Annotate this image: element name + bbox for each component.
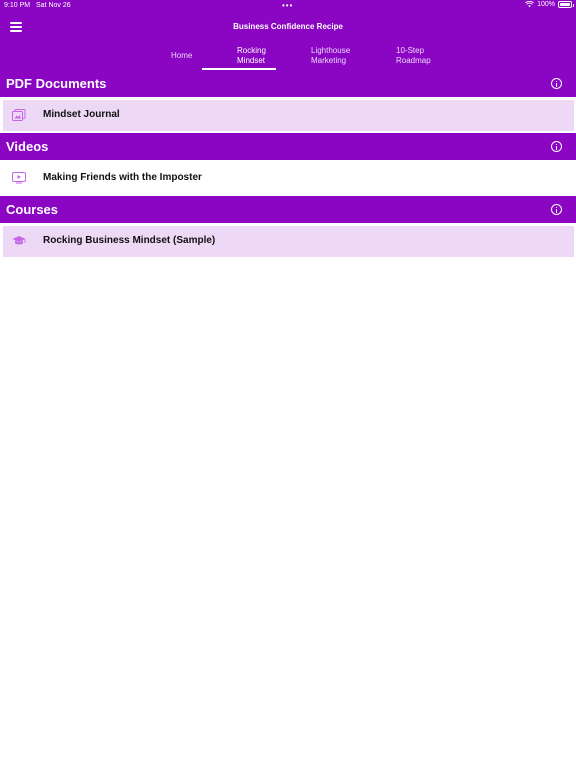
wifi-icon xyxy=(525,1,534,8)
status-right: 100% xyxy=(525,1,574,8)
info-icon[interactable] xyxy=(551,204,562,215)
app-header: 9:10 PM Sat Nov 26 ••• 100% Business Con… xyxy=(0,0,576,72)
list-item-label: Making Friends with the Imposter xyxy=(43,172,202,183)
tab-10-step-roadmap-label-2: Roadmap xyxy=(396,56,431,65)
tab-10-step-roadmap[interactable]: 10-Step Roadmap xyxy=(396,46,431,66)
section-header-courses: Courses xyxy=(0,196,576,223)
tab-10-step-roadmap-label-1: 10-Step xyxy=(396,46,425,55)
section-title: Videos xyxy=(6,139,49,154)
status-date: Sat Nov 26 xyxy=(36,2,71,9)
tab-bar: Home Rocking Mindset Lighthouse Marketin… xyxy=(0,44,576,72)
tab-rocking-mindset[interactable]: Rocking Mindset xyxy=(237,46,266,66)
battery-percent: 100% xyxy=(537,1,555,8)
section-header-videos: Videos xyxy=(0,133,576,160)
tab-lighthouse-marketing[interactable]: Lighthouse Marketing xyxy=(311,46,350,66)
multitasking-dots[interactable]: ••• xyxy=(282,1,293,10)
tab-home-label: Home xyxy=(171,51,193,60)
list-item-mindset-journal[interactable]: Mindset Journal xyxy=(3,100,574,131)
list-item-rocking-business-mindset-sample[interactable]: Rocking Business Mindset (Sample) xyxy=(3,226,574,257)
section-header-pdf-documents: PDF Documents xyxy=(0,70,576,97)
graduation-cap-icon xyxy=(12,236,26,245)
tab-rocking-mindset-label-2: Mindset xyxy=(237,56,266,65)
app-title: Business Confidence Recipe xyxy=(233,22,343,31)
tab-lighthouse-marketing-label-2: Marketing xyxy=(311,56,347,65)
status-bar: 9:10 PM Sat Nov 26 ••• 100% xyxy=(0,0,576,12)
pdf-icon xyxy=(12,109,26,121)
tab-rocking-mindset-label-1: Rocking xyxy=(237,46,266,55)
list-item-label: Rocking Business Mindset (Sample) xyxy=(43,235,216,246)
section-title: PDF Documents xyxy=(6,76,107,91)
list-item-label: Mindset Journal xyxy=(43,109,120,120)
battery-icon xyxy=(558,1,574,8)
section-title: Courses xyxy=(6,202,59,217)
tab-lighthouse-marketing-label-1: Lighthouse xyxy=(311,46,351,55)
list-item-making-friends-with-the-imposter[interactable]: Making Friends with the Imposter xyxy=(3,163,574,194)
tab-home[interactable]: Home xyxy=(171,51,192,61)
video-icon xyxy=(12,172,26,184)
info-icon[interactable] xyxy=(551,78,562,89)
info-icon[interactable] xyxy=(551,141,562,152)
status-time: 9:10 PM xyxy=(4,2,31,9)
